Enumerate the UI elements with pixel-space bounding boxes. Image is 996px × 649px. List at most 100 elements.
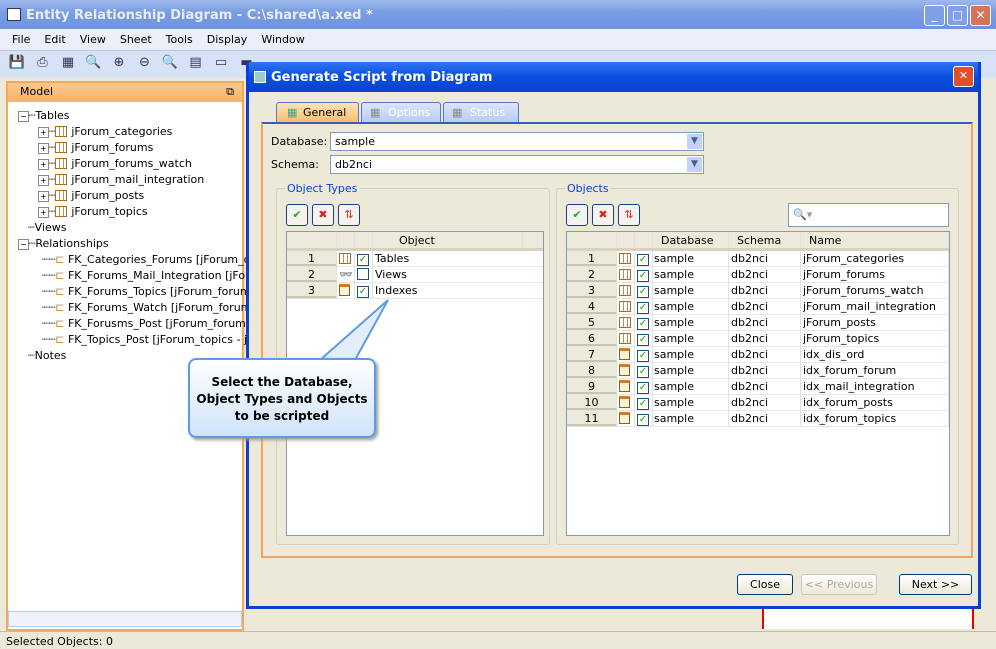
restore-icon[interactable]: ⧉ xyxy=(226,85,234,99)
print-icon[interactable]: ⎙ xyxy=(34,55,52,73)
object-checkbox[interactable]: ✓ xyxy=(637,414,649,426)
close-window-button[interactable]: ✕ xyxy=(970,5,991,26)
horizontal-scrollbar[interactable] xyxy=(8,611,242,627)
tree-node-relationships[interactable]: − ┈Relationships xyxy=(18,237,109,250)
zoom-actual-icon[interactable]: 🔍 xyxy=(85,55,103,73)
invert-selection-button[interactable]: ⇅ xyxy=(338,204,360,226)
row-number: 3 xyxy=(567,283,617,298)
previous-button[interactable]: << Previous xyxy=(801,574,877,595)
object-row[interactable]: 1 ✓ sample db2nci jForum_categories xyxy=(567,251,949,267)
chevron-down-icon[interactable]: ▼ xyxy=(687,134,702,149)
tree-node-tables[interactable]: − ┈Tables xyxy=(18,109,70,122)
expand-icon[interactable]: + xyxy=(38,191,49,202)
close-button[interactable]: Close xyxy=(737,574,793,595)
search-field[interactable] xyxy=(817,207,942,219)
object-row[interactable]: 6 ✓ sample db2nci jForum_topics xyxy=(567,331,949,347)
menu-sheet[interactable]: Sheet xyxy=(113,29,159,46)
tree-node-relationship[interactable]: ┈┈⊏ FK_Categories_Forums [jForum_ca xyxy=(42,253,256,266)
object-row[interactable]: 3 ✓ sample db2nci jForum_forums_watch xyxy=(567,283,949,299)
object-row[interactable]: 8 ✓ sample db2nci idx_forum_forum xyxy=(567,363,949,379)
tree-label: FK_Forums_Watch [jForum_forums xyxy=(67,301,258,314)
select-all-button[interactable]: ✔ xyxy=(286,204,308,226)
tree-label: Tables xyxy=(35,109,70,122)
deselect-all-button[interactable]: ✖ xyxy=(312,204,334,226)
zoom-in-icon[interactable]: ⊕ xyxy=(110,55,128,73)
object-checkbox[interactable]: ✓ xyxy=(637,286,649,298)
object-checkbox[interactable]: ✓ xyxy=(637,398,649,410)
zoom-out-icon[interactable]: ⊖ xyxy=(136,55,154,73)
expand-icon[interactable]: + xyxy=(38,159,49,170)
menu-view[interactable]: View xyxy=(73,29,113,46)
grid-icon[interactable]: ▦ xyxy=(59,55,77,73)
entity-icon[interactable]: ▭ xyxy=(212,55,230,73)
object-row[interactable]: 4 ✓ sample db2nci jForum_mail_integration xyxy=(567,299,949,315)
collapse-icon[interactable]: − xyxy=(18,239,29,250)
chevron-down-icon[interactable]: ▼ xyxy=(687,157,702,172)
save-icon[interactable]: 💾 xyxy=(8,55,26,73)
tree-node-table[interactable]: + ┈ jForum_mail_integration xyxy=(38,173,204,186)
tree-node-relationship[interactable]: ┈┈⊏ FK_Topics_Post [jForum_topics - jF xyxy=(42,333,253,346)
object-checkbox[interactable]: ✓ xyxy=(637,350,649,362)
object-type-checkbox[interactable]: ✓ xyxy=(357,254,369,266)
schema-select[interactable]: db2nci ▼ xyxy=(330,155,704,174)
object-checkbox[interactable]: ✓ xyxy=(637,254,649,266)
object-row[interactable]: 2 ✓ sample db2nci jForum_forums xyxy=(567,267,949,283)
tree-node-table[interactable]: + ┈ jForum_topics xyxy=(38,205,148,218)
menu-tools[interactable]: Tools xyxy=(159,29,200,46)
tree-node-table[interactable]: + ┈ jForum_categories xyxy=(38,125,172,138)
tree-node-views[interactable]: ┈Views xyxy=(28,221,66,234)
expand-icon[interactable]: + xyxy=(38,207,49,218)
object-type-checkbox[interactable] xyxy=(357,268,369,280)
cell-database: sample xyxy=(653,299,729,314)
menu-file[interactable]: File xyxy=(0,29,37,46)
tab-general[interactable]: ▦ General xyxy=(276,102,359,122)
column-name[interactable]: Name xyxy=(801,232,949,248)
tree-node-relationship[interactable]: ┈┈⊏ FK_Forums_Mail_Integration [jForu xyxy=(42,269,257,282)
object-type-row[interactable]: 1 ✓ Tables xyxy=(287,251,543,267)
object-row[interactable]: 11 ✓ sample db2nci idx_forum_topics xyxy=(567,411,949,427)
object-checkbox[interactable]: ✓ xyxy=(637,382,649,394)
tree-node-table[interactable]: + ┈ jForum_forums_watch xyxy=(38,157,192,170)
maximize-button[interactable]: □ xyxy=(947,5,968,26)
column-schema[interactable]: Schema xyxy=(729,232,801,248)
tree-node-relationship[interactable]: ┈┈⊏ FK_Forums_Watch [jForum_forums xyxy=(42,301,257,314)
tab-status[interactable]: ▦ Status xyxy=(443,102,519,122)
object-type-row[interactable]: 2 👓 Views xyxy=(287,267,543,283)
object-row[interactable]: 9 ✓ sample db2nci idx_mail_integration xyxy=(567,379,949,395)
object-checkbox[interactable]: ✓ xyxy=(637,270,649,282)
object-checkbox[interactable]: ✓ xyxy=(637,334,649,346)
object-row[interactable]: 7 ✓ sample db2nci idx_dis_ord xyxy=(567,347,949,363)
table-view-icon[interactable]: ▤ xyxy=(187,55,205,73)
collapse-icon[interactable]: − xyxy=(18,111,29,122)
object-checkbox[interactable]: ✓ xyxy=(637,302,649,314)
menu-display[interactable]: Display xyxy=(200,29,255,46)
expand-icon[interactable]: + xyxy=(38,143,49,154)
expand-icon[interactable]: + xyxy=(38,175,49,186)
tree-node-relationship[interactable]: ┈┈⊏ FK_Forums_Topics [jForum_forums xyxy=(42,285,256,298)
object-checkbox[interactable]: ✓ xyxy=(637,318,649,330)
deselect-all-button[interactable]: ✖ xyxy=(592,204,614,226)
object-row[interactable]: 10 ✓ sample db2nci idx_forum_posts xyxy=(567,395,949,411)
menu-edit[interactable]: Edit xyxy=(37,29,72,46)
expand-icon[interactable]: + xyxy=(38,127,49,138)
column-database[interactable]: Database xyxy=(653,232,729,248)
diagram-canvas[interactable] xyxy=(762,609,974,629)
menu-window[interactable]: Window xyxy=(254,29,311,46)
column-object[interactable]: Object xyxy=(373,232,523,248)
tab-options[interactable]: ▦ Options xyxy=(361,102,441,122)
object-row[interactable]: 5 ✓ sample db2nci jForum_posts xyxy=(567,315,949,331)
next-button[interactable]: Next >> xyxy=(899,574,972,595)
search-input[interactable]: 🔍▾ xyxy=(788,203,949,227)
tree-node-table[interactable]: + ┈ jForum_forums xyxy=(38,141,153,154)
database-select[interactable]: sample ▼ xyxy=(330,132,704,151)
select-all-button[interactable]: ✔ xyxy=(566,204,588,226)
zoom-fit-icon[interactable]: 🔍 xyxy=(161,55,179,73)
minimize-button[interactable]: _ xyxy=(924,5,945,26)
object-checkbox[interactable]: ✓ xyxy=(637,366,649,378)
tree-node-table[interactable]: + ┈ jForum_posts xyxy=(38,189,144,202)
dialog-close-button[interactable]: ✕ xyxy=(953,66,974,87)
tree-node-relationship[interactable]: ┈┈⊏ FK_Forusms_Post [jForum_forums xyxy=(42,317,252,330)
relationship-icon: ⊏ xyxy=(55,333,65,346)
tree-node-notes[interactable]: ┈Notes xyxy=(28,349,66,362)
invert-selection-button[interactable]: ⇅ xyxy=(618,204,640,226)
